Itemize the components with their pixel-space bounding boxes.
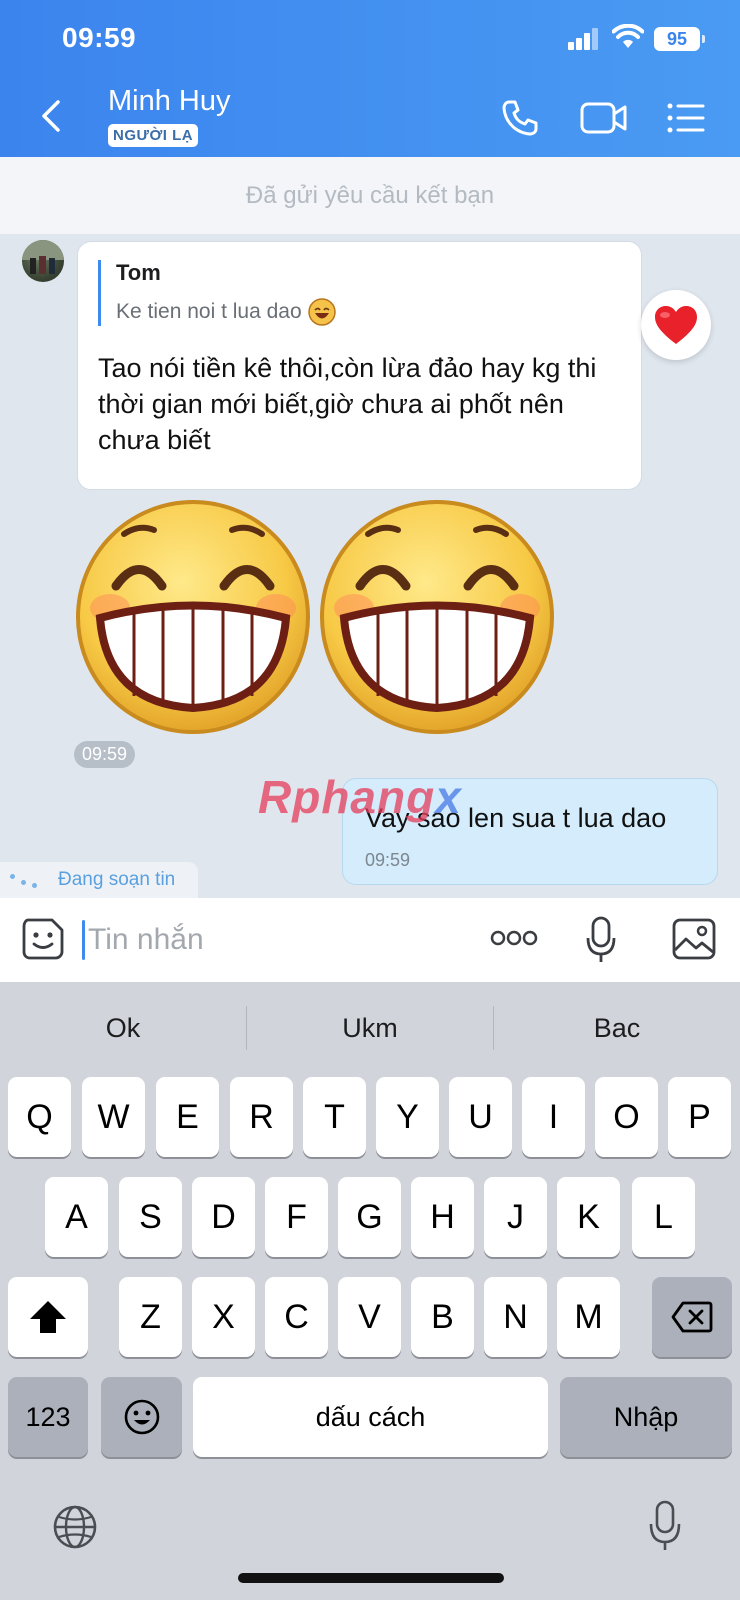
shift-icon — [30, 1301, 66, 1333]
key-w[interactable]: W — [82, 1077, 145, 1157]
friend-request-banner: Đã gửi yêu cầu kết bạn — [0, 157, 740, 234]
key-s[interactable]: S — [119, 1177, 182, 1257]
key-d[interactable]: D — [192, 1177, 255, 1257]
suggestion-1[interactable]: Ok — [0, 982, 246, 1074]
key-t[interactable]: T — [303, 1077, 366, 1157]
suggestion-bar: Ok Ukm Bac — [0, 982, 740, 1074]
key-u[interactable]: U — [449, 1077, 512, 1157]
key-f[interactable]: F — [265, 1177, 328, 1257]
image-icon[interactable] — [672, 918, 716, 960]
suggestion-2[interactable]: Ukm — [247, 982, 493, 1074]
key-o[interactable]: O — [595, 1077, 658, 1157]
stranger-badge: NGƯỜI LẠ — [108, 124, 199, 147]
microphone-icon[interactable] — [586, 916, 616, 964]
wifi-icon — [612, 24, 644, 48]
suggestion-3[interactable]: Bac — [494, 982, 740, 1074]
signal-icon — [568, 28, 598, 50]
key-k[interactable]: K — [557, 1177, 620, 1257]
key-b[interactable]: B — [411, 1277, 474, 1357]
key-n[interactable]: N — [484, 1277, 547, 1357]
key-i[interactable]: I — [522, 1077, 585, 1157]
incoming-message-bubble[interactable]: Tom Ke tien noi t lua dao Tao nói tiền k… — [77, 241, 642, 490]
numbers-key[interactable]: 123 — [8, 1377, 88, 1457]
grinning-face-sticker[interactable] — [318, 498, 556, 736]
key-m[interactable]: M — [557, 1277, 620, 1357]
heart-icon — [655, 306, 697, 344]
key-h[interactable]: H — [411, 1177, 474, 1257]
backspace-icon — [671, 1301, 713, 1333]
chat-header: 09:59 95 Minh Huy NGƯỜI LẠ — [0, 0, 740, 157]
menu-list-icon[interactable] — [666, 98, 706, 138]
globe-icon[interactable] — [52, 1504, 98, 1550]
quote-author: Tom — [116, 260, 161, 285]
key-j[interactable]: J — [484, 1177, 547, 1257]
key-l[interactable]: L — [632, 1177, 695, 1257]
backspace-key[interactable] — [652, 1277, 732, 1357]
watermark-text-accent: x — [435, 771, 462, 823]
avatar[interactable] — [22, 240, 64, 282]
phone-icon[interactable] — [500, 98, 540, 138]
text-caret — [82, 920, 85, 960]
battery-indicator: 95 — [654, 27, 705, 51]
key-g[interactable]: G — [338, 1177, 401, 1257]
laughing-emoji-icon — [307, 298, 336, 326]
contact-name[interactable]: Minh Huy — [108, 85, 231, 118]
more-icon[interactable] — [490, 928, 538, 948]
quote-text: Ke tien noi t lua dao — [116, 300, 302, 323]
message-time: 09:59 — [74, 741, 136, 768]
key-c[interactable]: C — [265, 1277, 328, 1357]
sticker-icon[interactable] — [22, 918, 64, 960]
reply-quote[interactable]: Tom Ke tien noi t lua dao — [98, 260, 336, 326]
watermark-text: Rphang — [258, 771, 436, 823]
key-x[interactable]: X — [192, 1277, 255, 1357]
key-y[interactable]: Y — [376, 1077, 439, 1157]
typing-indicator: Đang soạn tin — [0, 862, 198, 898]
grinning-face-sticker[interactable] — [74, 498, 312, 736]
keyboard: Ok Ukm Bac Q W E R T Y U I O P A S D F G… — [0, 982, 740, 1600]
video-call-icon[interactable] — [580, 98, 628, 138]
enter-key[interactable]: Nhập — [560, 1377, 732, 1457]
space-key[interactable]: dấu cách — [193, 1377, 548, 1457]
heart-reaction[interactable] — [641, 290, 711, 360]
message-input[interactable] — [88, 918, 468, 962]
key-r[interactable]: R — [230, 1077, 293, 1157]
key-q[interactable]: Q — [8, 1077, 71, 1157]
message-composer — [0, 898, 740, 982]
outgoing-message-time: 09:59 — [365, 850, 411, 870]
back-icon[interactable] — [36, 96, 66, 136]
status-time: 09:59 — [62, 22, 137, 53]
dictation-mic-icon[interactable] — [648, 1500, 682, 1552]
avatar-photo — [22, 240, 64, 274]
typing-dots-icon — [10, 872, 42, 888]
emoji-key[interactable] — [101, 1377, 182, 1457]
key-v[interactable]: V — [338, 1277, 401, 1357]
home-indicator — [238, 1573, 504, 1583]
emoji-icon — [124, 1399, 159, 1435]
key-p[interactable]: P — [668, 1077, 731, 1157]
key-a[interactable]: A — [45, 1177, 108, 1257]
quote-text-row: Ke tien noi t lua dao — [116, 298, 336, 326]
key-e[interactable]: E — [156, 1077, 219, 1157]
key-z[interactable]: Z — [119, 1277, 182, 1357]
watermark: Rphangx — [258, 770, 462, 824]
typing-label: Đang soạn tin — [58, 869, 176, 890]
shift-key[interactable] — [8, 1277, 88, 1357]
incoming-message-text: Tao nói tiền kê thôi,còn lừa đảo hay kg … — [98, 353, 597, 455]
